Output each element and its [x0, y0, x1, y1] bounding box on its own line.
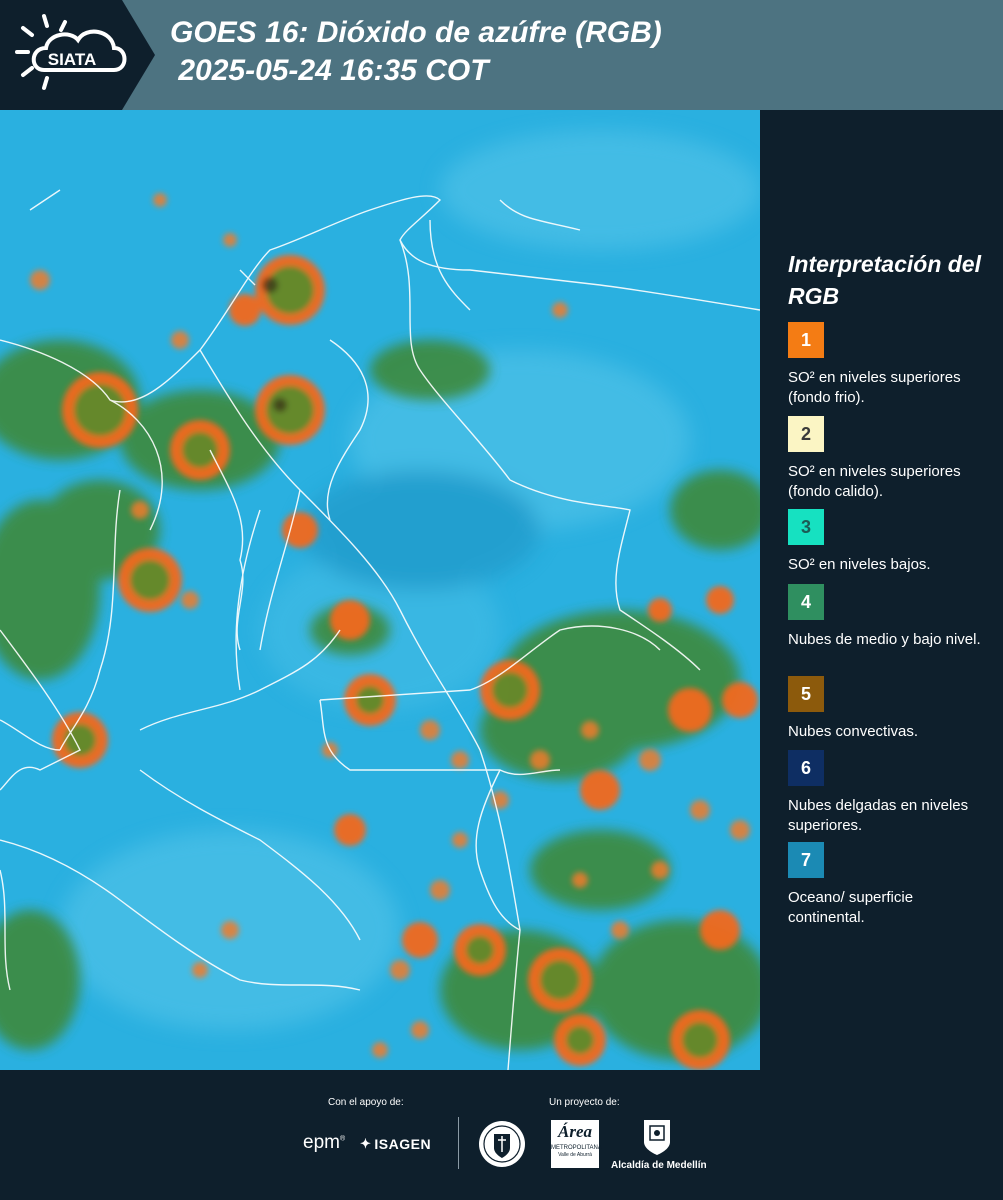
- area-metropolitana-logo: Área METROPOLITANA Valle de Aburrá: [551, 1120, 602, 1168]
- siata-logo: SIATA: [15, 14, 127, 90]
- legend-text-3: SO² en niveles bajos.: [788, 556, 931, 573]
- legend-item-2: 2 SO² en niveles superiores (fondo calid…: [788, 416, 998, 502]
- support-caption: Con el apoyo de:: [328, 1097, 404, 1108]
- legend-item-4: 4 Nubes de medio y bajo nivel.: [788, 584, 998, 650]
- legend-swatch-6: 6: [788, 750, 824, 786]
- legend-item-5: 5 Nubes convectivas.: [788, 676, 998, 742]
- legend-item-1: 1 SO² en niveles superiores (fondo frio)…: [788, 322, 998, 408]
- siata-logo-text: SIATA: [48, 50, 96, 69]
- epm-logo: epm®: [303, 1132, 346, 1153]
- legend-swatch-5: 5: [788, 676, 824, 712]
- project-caption: Un proyecto de:: [549, 1097, 620, 1108]
- legend-item-6: 6 Nubes delgadas en niveles superiores.: [788, 750, 998, 836]
- legend-swatch-3: 3: [788, 509, 824, 545]
- isagen-icon: ✦: [360, 1136, 372, 1151]
- legend-swatch-7: 7: [788, 842, 824, 878]
- footer: Con el apoyo de: Un proyecto de: epm® ✦ …: [0, 1070, 1003, 1200]
- alcaldia-label: Alcaldía de Medellín: [611, 1160, 707, 1171]
- legend-text-2: SO² en niveles superiores (fondo calido)…: [788, 463, 961, 500]
- legend-panel: Interpretación del RGB 1 SO² en niveles …: [760, 110, 1003, 1070]
- isagen-logo: ✦ ISAGEN: [360, 1136, 432, 1152]
- legend-swatch-1: 1: [788, 322, 824, 358]
- legend-title: Interpretación del RGB: [788, 251, 981, 309]
- legend-swatch-4: 4: [788, 584, 824, 620]
- legend-text-4: Nubes de medio y bajo nivel.: [788, 631, 981, 648]
- page-title: GOES 16: Dióxido de azúfre (RGB) 2025-05…: [170, 14, 662, 90]
- legend-text-5: Nubes convectivas.: [788, 723, 919, 740]
- legend-text-6: Nubes delgadas en niveles superiores.: [788, 797, 969, 834]
- footer-divider: [458, 1117, 459, 1169]
- legend-text-1: SO² en niveles superiores (fondo frio).: [788, 369, 961, 406]
- header-bar: SIATA GOES 16: Dióxido de azúfre (RGB) 2…: [0, 0, 1003, 110]
- satellite-image: [0, 110, 760, 1070]
- legend-text-7: Oceano/ superficie continental.: [788, 889, 914, 926]
- legend-item-7: 7 Oceano/ superficie continental.: [788, 842, 998, 928]
- title-line-1: GOES 16: Dióxido de azúfre (RGB): [170, 16, 662, 49]
- legend-swatch-2: 2: [788, 416, 824, 452]
- legend-item-3: 3 SO² en niveles bajos.: [788, 509, 998, 575]
- alcaldia-shield-icon: [644, 1120, 670, 1155]
- title-line-2: 2025-05-24 16:35 COT: [170, 54, 489, 87]
- medellin-seal-icon: [479, 1121, 525, 1167]
